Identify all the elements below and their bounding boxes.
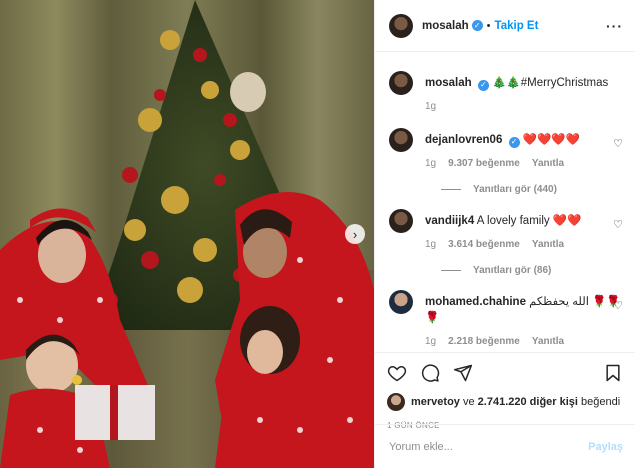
caption-row: mosalah ✓ 🎄🎄#MerryChristmas 1g xyxy=(389,71,623,115)
comment-likes[interactable]: 2.218 beğenme xyxy=(448,334,520,350)
like-comment-heart-icon[interactable]: ♡ xyxy=(613,299,623,312)
view-replies-label: Yanıtları gör (440) xyxy=(473,184,557,195)
like-comment-heart-icon[interactable]: ♡ xyxy=(613,218,623,231)
liked-by-suffix: beğendi xyxy=(581,396,621,408)
liked-by-count[interactable]: 2.741.220 diğer kişi xyxy=(478,396,578,408)
post-side-panel: mosalah ✓ • Takip Et ··· mosalah ✓ 🎄🎄#Me… xyxy=(374,0,635,468)
comments-list: mosalah ✓ 🎄🎄#MerryChristmas 1g dejanlovr… xyxy=(375,60,635,350)
chevron-right-icon: › xyxy=(352,226,358,242)
liked-by-summary: mervetoy ve 2.741.220 diğer kişi beğendi xyxy=(387,393,623,411)
verified-badge-icon: ✓ xyxy=(471,20,483,31)
follow-button[interactable]: Takip Et xyxy=(495,20,539,32)
comment-bubble-icon[interactable] xyxy=(420,363,440,383)
separator-dot: • xyxy=(486,19,491,32)
post-comment-button[interactable]: Paylaş xyxy=(588,441,623,453)
share-paper-plane-icon[interactable] xyxy=(453,363,473,383)
liker-username[interactable]: mervetoy xyxy=(411,396,460,408)
save-bookmark-icon[interactable] xyxy=(603,363,623,383)
christmas-family-photo xyxy=(0,0,374,468)
comment-item: dejanlovren06 ✓ ❤️❤️❤️❤️ 1g 9.307 beğenm… xyxy=(389,128,623,172)
verified-badge-icon: ✓ xyxy=(508,136,520,148)
caption-age[interactable]: 1g xyxy=(425,99,436,115)
add-comment-bar: Paylaş xyxy=(375,424,635,468)
post-header: mosalah ✓ • Takip Et ··· xyxy=(375,0,635,52)
comment-input[interactable] xyxy=(389,440,589,453)
author-avatar[interactable] xyxy=(389,71,413,95)
reply-button[interactable]: Yanıtla xyxy=(532,237,564,253)
caption-username[interactable]: mosalah xyxy=(425,77,472,89)
commenter-avatar[interactable] xyxy=(389,128,413,152)
commenter-avatar[interactable] xyxy=(389,290,413,314)
comment-age[interactable]: 1g xyxy=(425,237,436,253)
comment-text: ❤️❤️❤️❤️ xyxy=(522,134,581,146)
view-replies-button[interactable]: Yanıtları gör (86) xyxy=(441,265,623,276)
reply-button[interactable]: Yanıtla xyxy=(532,334,564,350)
author-username[interactable]: mosalah xyxy=(422,20,469,32)
comment-likes[interactable]: 3.614 beğenme xyxy=(448,237,520,253)
caption-text: 🎄🎄#MerryChristmas xyxy=(492,77,609,89)
author-avatar[interactable] xyxy=(389,13,413,38)
comment-age[interactable]: 1g xyxy=(425,334,436,350)
replies-divider xyxy=(441,189,461,190)
liker-avatar[interactable] xyxy=(387,393,405,411)
commenter-username[interactable]: dejanlovren06 xyxy=(425,134,502,146)
post-actions: mervetoy ve 2.741.220 diğer kişi beğendi… xyxy=(375,352,635,430)
comment-text: A lovely family ❤️❤️ xyxy=(476,215,582,227)
liked-by-connector: ve xyxy=(462,396,475,408)
reply-button[interactable]: Yanıtla xyxy=(532,156,564,172)
comment-item: vandiijk4 A lovely family ❤️❤️ 1g 3.614 … xyxy=(389,209,623,253)
like-comment-heart-icon[interactable]: ♡ xyxy=(613,137,623,150)
post-photo[interactable]: › xyxy=(0,0,374,468)
commenter-username[interactable]: vandiijk4 xyxy=(425,215,474,227)
carousel-next-button[interactable]: › xyxy=(345,224,365,244)
like-heart-icon[interactable] xyxy=(387,363,407,383)
comment-age[interactable]: 1g xyxy=(425,156,436,172)
replies-divider xyxy=(441,270,461,271)
action-icons xyxy=(387,359,623,387)
commenter-avatar[interactable] xyxy=(389,209,413,233)
view-replies-button[interactable]: Yanıtları gör (440) xyxy=(441,184,623,195)
comment-item: mohamed.chahine الله يحفظكم 🌹🌹🌹 1g 2.218… xyxy=(389,290,623,350)
commenter-username[interactable]: mohamed.chahine xyxy=(425,296,526,308)
comment-likes[interactable]: 9.307 beğenme xyxy=(448,156,520,172)
view-replies-label: Yanıtları gör (86) xyxy=(473,265,552,276)
more-horizontal-icon[interactable]: ··· xyxy=(606,18,623,34)
verified-badge-icon: ✓ xyxy=(477,79,489,91)
